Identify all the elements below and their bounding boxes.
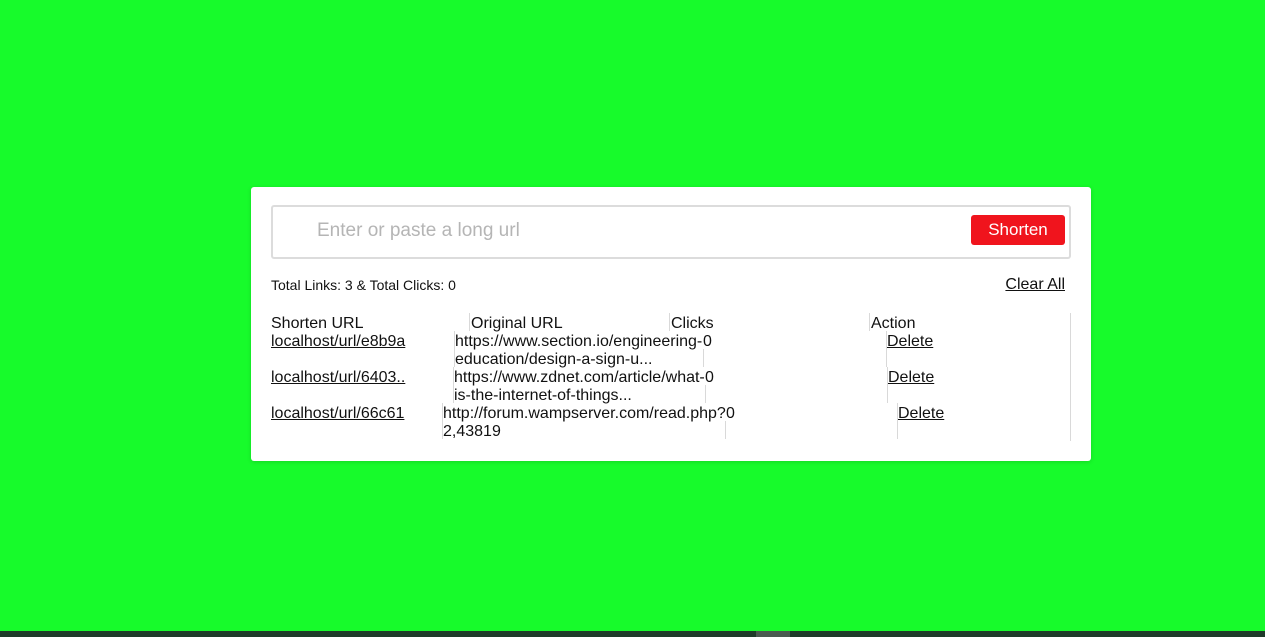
header-original-url: Original URL — [471, 315, 563, 332]
table-right-border — [1070, 313, 1071, 441]
clear-all-link[interactable]: Clear All — [1005, 276, 1065, 294]
original-url-text: is-the-internet-of-things... — [454, 387, 632, 404]
header-divider — [669, 313, 670, 331]
original-url-text: https://www.zdnet.com/article/what- — [454, 369, 705, 386]
clicks-count: 0 — [726, 405, 735, 422]
short-url-link[interactable]: localhost/url/e8b9a — [271, 333, 405, 351]
header-clicks: Clicks — [671, 315, 714, 332]
totals-summary: Total Links: 3 & Total Clicks: 0 — [271, 277, 456, 293]
short-url-link[interactable]: localhost/url/6403.. — [271, 369, 405, 387]
header-shorten-url: Shorten URL — [271, 315, 364, 332]
long-url-input[interactable] — [317, 216, 917, 246]
original-url-text: 2,43819 — [443, 423, 501, 440]
original-url-text: http://forum.wampserver.com/read.php? — [443, 405, 726, 422]
clicks-count: 0 — [703, 333, 712, 350]
row-divider — [705, 385, 706, 403]
shorten-button[interactable]: Shorten — [971, 215, 1065, 245]
row-divider — [703, 349, 704, 367]
scrollbar-thumb[interactable] — [756, 631, 790, 637]
header-divider — [469, 313, 470, 331]
short-url-link[interactable]: localhost/url/66c61 — [271, 405, 404, 423]
original-url-text: education/design-a-sign-u... — [455, 351, 653, 368]
url-input-wrapper: Shorten — [271, 205, 1071, 259]
delete-link[interactable]: Delete — [898, 405, 944, 423]
header-divider — [869, 313, 870, 331]
horizontal-scrollbar[interactable] — [0, 631, 1265, 637]
delete-link[interactable]: Delete — [888, 369, 934, 387]
clicks-count: 0 — [705, 369, 714, 386]
original-url-text: https://www.section.io/engineering- — [455, 333, 703, 350]
header-action: Action — [871, 315, 916, 332]
url-shortener-card: Shorten Total Links: 3 & Total Clicks: 0… — [251, 187, 1091, 461]
row-divider — [725, 421, 726, 439]
delete-link[interactable]: Delete — [887, 333, 933, 351]
